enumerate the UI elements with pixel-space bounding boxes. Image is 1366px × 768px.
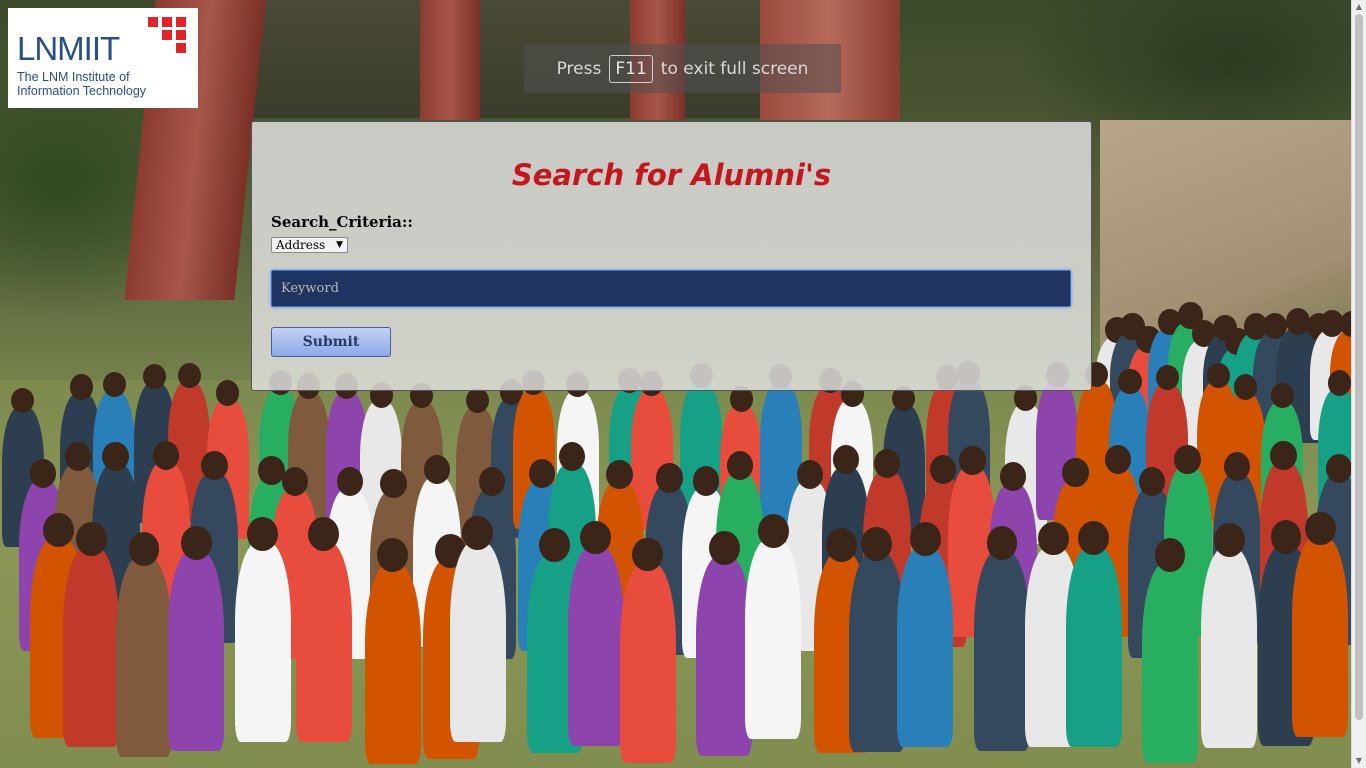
crowd-person-head bbox=[999, 462, 1027, 492]
page-scrollbar[interactable]: ▲ ▼ bbox=[1351, 0, 1366, 768]
crowd-person-head bbox=[539, 527, 571, 562]
crowd-person bbox=[449, 541, 506, 742]
crowd-person-head bbox=[1206, 362, 1230, 388]
crowd-person-head bbox=[1270, 382, 1294, 409]
crowd-person-head bbox=[465, 387, 489, 414]
crowd-person bbox=[364, 563, 421, 764]
search-criteria-selected: Address bbox=[276, 238, 326, 252]
fullscreen-key: F11 bbox=[609, 54, 653, 83]
crowd-person-head bbox=[201, 451, 228, 481]
submit-button[interactable]: Submit bbox=[271, 327, 391, 357]
crowd-person-head bbox=[910, 521, 941, 556]
scroll-thumb[interactable] bbox=[1355, 14, 1363, 720]
alumni-search-panel: Search for Alumni's Search_Criteria:: Ad… bbox=[251, 121, 1092, 391]
crowd-person-head bbox=[69, 374, 93, 400]
crowd-person-head bbox=[102, 442, 129, 472]
crowd-person bbox=[745, 539, 802, 740]
crowd-person-head bbox=[308, 516, 340, 551]
logo-subtitle-line1: The LNM Institute of bbox=[17, 70, 130, 84]
crowd-person-head bbox=[1118, 368, 1142, 395]
crowd-person-head bbox=[1038, 521, 1069, 556]
crowd-person-head bbox=[42, 513, 74, 548]
fullscreen-notice-suffix: to exit full screen bbox=[660, 58, 809, 79]
crowd-person-head bbox=[692, 466, 720, 496]
crowd-person bbox=[567, 545, 624, 746]
crowd-person-head bbox=[152, 440, 180, 470]
crowd-person-head bbox=[1223, 452, 1250, 482]
crowd-person-head bbox=[1155, 364, 1179, 391]
crowd-person-head bbox=[632, 537, 663, 572]
crowd-person-head bbox=[606, 459, 633, 489]
crowd-person-head bbox=[128, 531, 160, 566]
crowd-person bbox=[1141, 562, 1198, 763]
crowd-person-head bbox=[1270, 440, 1297, 470]
crowd-person bbox=[168, 551, 225, 752]
crowd-person bbox=[897, 546, 954, 747]
crowd-person-head bbox=[1174, 444, 1201, 474]
crowd-person-head bbox=[528, 459, 556, 489]
crowd-person-head bbox=[1327, 370, 1351, 396]
fullscreen-notice: Press F11 to exit full screen bbox=[524, 44, 841, 93]
crowd-person bbox=[1201, 548, 1258, 749]
crowd-person bbox=[63, 546, 120, 747]
search-criteria-label: Search_Criteria:: bbox=[271, 213, 413, 231]
crowd-person bbox=[234, 542, 291, 743]
crowd-person-head bbox=[216, 380, 240, 406]
crowd-person-head bbox=[959, 445, 986, 475]
crowd-person-head bbox=[1233, 374, 1257, 400]
crowd-person-head bbox=[247, 516, 279, 551]
crowd-person-head bbox=[102, 372, 126, 398]
crowd-person-head bbox=[986, 525, 1018, 560]
crowd-person-head bbox=[656, 463, 683, 493]
crowd-person-head bbox=[258, 455, 285, 485]
crowd-person-head bbox=[1304, 511, 1336, 546]
crowd-person-head bbox=[1326, 453, 1352, 483]
crowd-person-head bbox=[1214, 523, 1245, 558]
search-criteria-select[interactable]: Address ▼ bbox=[271, 237, 348, 253]
crowd-person-head bbox=[380, 469, 407, 499]
crowd-person-head bbox=[580, 520, 611, 555]
crowd-person bbox=[295, 542, 352, 743]
logo-subtitle: The LNM Institute of Information Technol… bbox=[17, 70, 146, 98]
logo-subtitle-line2: Information Technology bbox=[17, 84, 147, 98]
crowd-person-head bbox=[558, 442, 585, 472]
crowd-person-head bbox=[861, 526, 893, 561]
crowd-person-head bbox=[758, 513, 789, 548]
fullscreen-notice-prefix: Press bbox=[556, 58, 602, 79]
crowd-person-head bbox=[1062, 457, 1089, 487]
keyword-input[interactable] bbox=[271, 270, 1071, 307]
crowd-person-head bbox=[423, 454, 451, 484]
crowd-person bbox=[974, 551, 1031, 752]
crowd-person bbox=[1065, 546, 1122, 747]
crowd-person bbox=[1292, 536, 1349, 737]
scroll-up-arrow-icon[interactable]: ▲ bbox=[1352, 0, 1366, 14]
crowd-person-head bbox=[462, 516, 493, 551]
crowd-person-head bbox=[177, 362, 201, 389]
scroll-down-arrow-icon[interactable]: ▼ bbox=[1352, 754, 1366, 768]
chevron-down-icon: ▼ bbox=[336, 240, 343, 250]
crowd-person bbox=[115, 557, 172, 758]
logo-grid-icon bbox=[148, 17, 188, 53]
crowd-person-head bbox=[709, 531, 740, 566]
institute-logo: LNMIIT The LNM Institute of Information … bbox=[8, 8, 198, 108]
logo-wordmark: LNMIIT bbox=[17, 30, 120, 67]
crowd-person-head bbox=[181, 526, 212, 560]
page-title: Search for Alumni's bbox=[511, 158, 832, 192]
crowd-person-head bbox=[1154, 537, 1186, 572]
crowd-person bbox=[619, 562, 676, 763]
crowd-person-head bbox=[1138, 466, 1166, 496]
crowd-person-head bbox=[796, 459, 824, 489]
background-pillar bbox=[420, 0, 480, 120]
crowd-person bbox=[696, 556, 753, 757]
crowd-person-head bbox=[75, 521, 107, 556]
crowd-person-head bbox=[1285, 308, 1310, 336]
crowd-person bbox=[848, 551, 905, 752]
crowd-person-head bbox=[1078, 521, 1109, 556]
